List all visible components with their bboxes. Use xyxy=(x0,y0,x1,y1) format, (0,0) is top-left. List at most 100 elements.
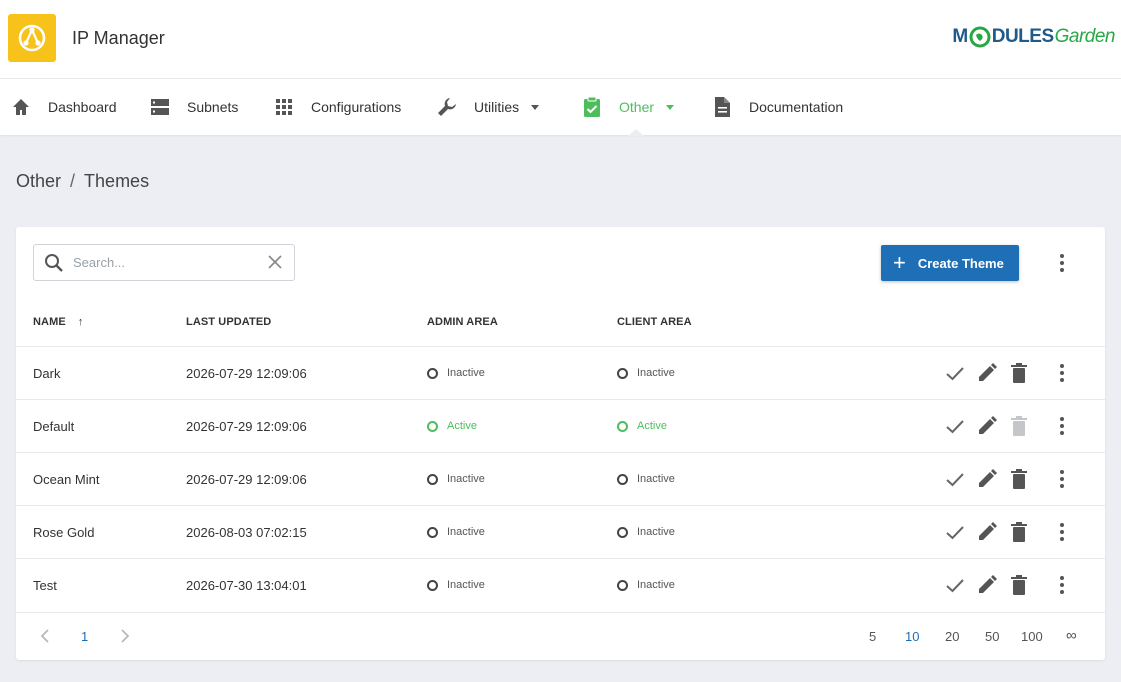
theme-name: Dark xyxy=(33,365,61,381)
delete-trash-icon[interactable] xyxy=(1008,574,1030,596)
create-theme-label: Create Theme xyxy=(917,255,1004,271)
status-dot-icon xyxy=(427,367,438,379)
last-updated: 2026-07-30 13:04:01 xyxy=(186,577,307,593)
toolbar-more-icon[interactable] xyxy=(1050,251,1074,275)
clipboard-icon xyxy=(581,96,603,118)
last-updated: 2026-07-29 12:09:06 xyxy=(186,418,307,434)
edit-pencil-icon[interactable] xyxy=(976,574,998,596)
grid-icon xyxy=(273,96,295,118)
table-row[interactable]: Test 2026-07-30 13:04:01 Inactive Inacti… xyxy=(16,558,1105,611)
chevron-right-icon[interactable] xyxy=(118,628,132,644)
delete-trash-icon[interactable] xyxy=(1008,468,1030,490)
search-input[interactable] xyxy=(73,255,253,270)
nav-item-configurations[interactable]: Configurations xyxy=(273,79,401,135)
nav-item-subnets[interactable]: Subnets xyxy=(149,79,238,135)
status-label: Inactive xyxy=(447,367,485,379)
chevron-left-icon[interactable] xyxy=(38,628,52,644)
edit-pencil-icon[interactable] xyxy=(976,468,998,490)
edit-pencil-icon[interactable] xyxy=(976,415,998,437)
delete-trash-icon[interactable] xyxy=(1008,362,1030,384)
admin-area-status: Inactive xyxy=(427,347,485,399)
row-more-icon[interactable] xyxy=(1050,520,1074,544)
nav-item-other[interactable]: Other xyxy=(581,79,675,135)
activate-check-icon[interactable] xyxy=(944,362,966,384)
page-size-option[interactable]: 100 xyxy=(1021,629,1043,644)
page-size-option[interactable]: 20 xyxy=(945,629,959,644)
status-label: Inactive xyxy=(447,579,485,591)
admin-area-status: Inactive xyxy=(427,559,485,611)
document-icon xyxy=(711,96,733,118)
search-box xyxy=(33,244,295,281)
main-nav: Dashboard Subnets Configurations Utiliti… xyxy=(0,79,1121,135)
row-more-icon[interactable] xyxy=(1050,414,1074,438)
column-header-last-updated[interactable]: LAST UPDATED xyxy=(186,316,271,328)
page-size-option-selected[interactable]: 10 xyxy=(905,629,919,644)
table-row[interactable]: Rose Gold 2026-08-03 07:02:15 Inactive I… xyxy=(16,505,1105,558)
activate-check-icon[interactable] xyxy=(944,468,966,490)
modulesgarden-logo[interactable]: M DULES Garden xyxy=(952,26,1116,48)
activate-check-icon[interactable] xyxy=(944,521,966,543)
nav-label-utilities: Utilities xyxy=(474,99,520,115)
create-theme-button[interactable]: + Create Theme xyxy=(881,245,1019,281)
delete-trash-icon xyxy=(1008,415,1030,437)
status-label: Inactive xyxy=(447,473,485,485)
activate-check-icon[interactable] xyxy=(944,574,966,596)
client-area-status: Active xyxy=(617,400,667,452)
client-area-status: Inactive xyxy=(617,559,675,611)
clear-search-icon[interactable] xyxy=(268,255,282,269)
page-size-option[interactable]: 5 xyxy=(869,629,876,644)
app-logo-icon[interactable] xyxy=(8,14,56,62)
nav-label-documentation: Documentation xyxy=(749,99,844,115)
wrench-icon xyxy=(436,96,458,118)
page-size-option-all[interactable]: ∞ xyxy=(1066,627,1077,644)
status-dot-icon xyxy=(617,526,628,538)
breadcrumb-parent[interactable]: Other xyxy=(16,171,61,192)
edit-pencil-icon[interactable] xyxy=(976,362,998,384)
nav-item-documentation[interactable]: Documentation xyxy=(711,79,843,135)
breadcrumb: Other / Themes xyxy=(16,171,149,192)
status-dot-icon xyxy=(427,579,438,591)
delete-trash-icon[interactable] xyxy=(1008,521,1030,543)
status-label: Inactive xyxy=(637,526,675,538)
edit-pencil-icon[interactable] xyxy=(976,521,998,543)
nav-item-utilities[interactable]: Utilities xyxy=(436,79,540,135)
admin-area-status: Inactive xyxy=(427,453,485,505)
table-row[interactable]: Dark 2026-07-29 12:09:06 Inactive Inacti… xyxy=(16,346,1105,399)
row-more-icon[interactable] xyxy=(1050,467,1074,491)
row-more-icon[interactable] xyxy=(1050,573,1074,597)
brand-text-dules: DULES xyxy=(991,26,1054,47)
page-number-current[interactable]: 1 xyxy=(81,629,88,644)
last-updated: 2026-07-29 12:09:06 xyxy=(186,365,307,381)
top-bar: IP Manager M DULES Garden xyxy=(0,0,1121,79)
page-size-option[interactable]: 50 xyxy=(985,629,999,644)
column-header-name[interactable]: NAME ↑ xyxy=(33,316,83,328)
plus-icon: + xyxy=(893,250,906,275)
sort-ascending-icon: ↑ xyxy=(77,316,84,328)
breadcrumb-current: Themes xyxy=(84,171,150,191)
chevron-down-icon xyxy=(666,104,675,110)
table-row[interactable]: Ocean Mint 2026-07-29 12:09:06 Inactive … xyxy=(16,452,1105,505)
table-row[interactable]: Default 2026-07-29 12:09:06 Active Activ… xyxy=(16,399,1105,452)
column-header-name-label: NAME xyxy=(33,316,66,328)
theme-name: Default xyxy=(33,418,75,434)
theme-name: Test xyxy=(33,577,57,593)
server-icon xyxy=(149,96,171,118)
status-dot-icon xyxy=(617,473,628,485)
theme-name: Rose Gold xyxy=(33,524,95,540)
nav-item-dashboard[interactable]: Dashboard xyxy=(10,79,117,135)
column-header-admin-area[interactable]: ADMIN AREA xyxy=(427,316,498,328)
nav-label-subnets: Subnets xyxy=(187,99,239,115)
status-label: Inactive xyxy=(637,367,675,379)
admin-area-status: Active xyxy=(427,400,477,452)
row-more-icon[interactable] xyxy=(1050,361,1074,385)
last-updated: 2026-08-03 07:02:15 xyxy=(186,524,307,540)
client-area-status: Inactive xyxy=(617,453,675,505)
activate-check-icon[interactable] xyxy=(944,415,966,437)
nav-label-configurations: Configurations xyxy=(311,99,402,115)
chevron-down-icon xyxy=(531,104,540,110)
pagination-bar: 1 5 10 20 50 100 ∞ xyxy=(16,612,1105,660)
status-label: Inactive xyxy=(447,526,485,538)
themes-card: + Create Theme NAME ↑ LAST UPDATED ADMIN … xyxy=(16,227,1105,660)
status-dot-icon xyxy=(427,420,438,432)
column-header-client-area[interactable]: CLIENT AREA xyxy=(617,316,692,328)
